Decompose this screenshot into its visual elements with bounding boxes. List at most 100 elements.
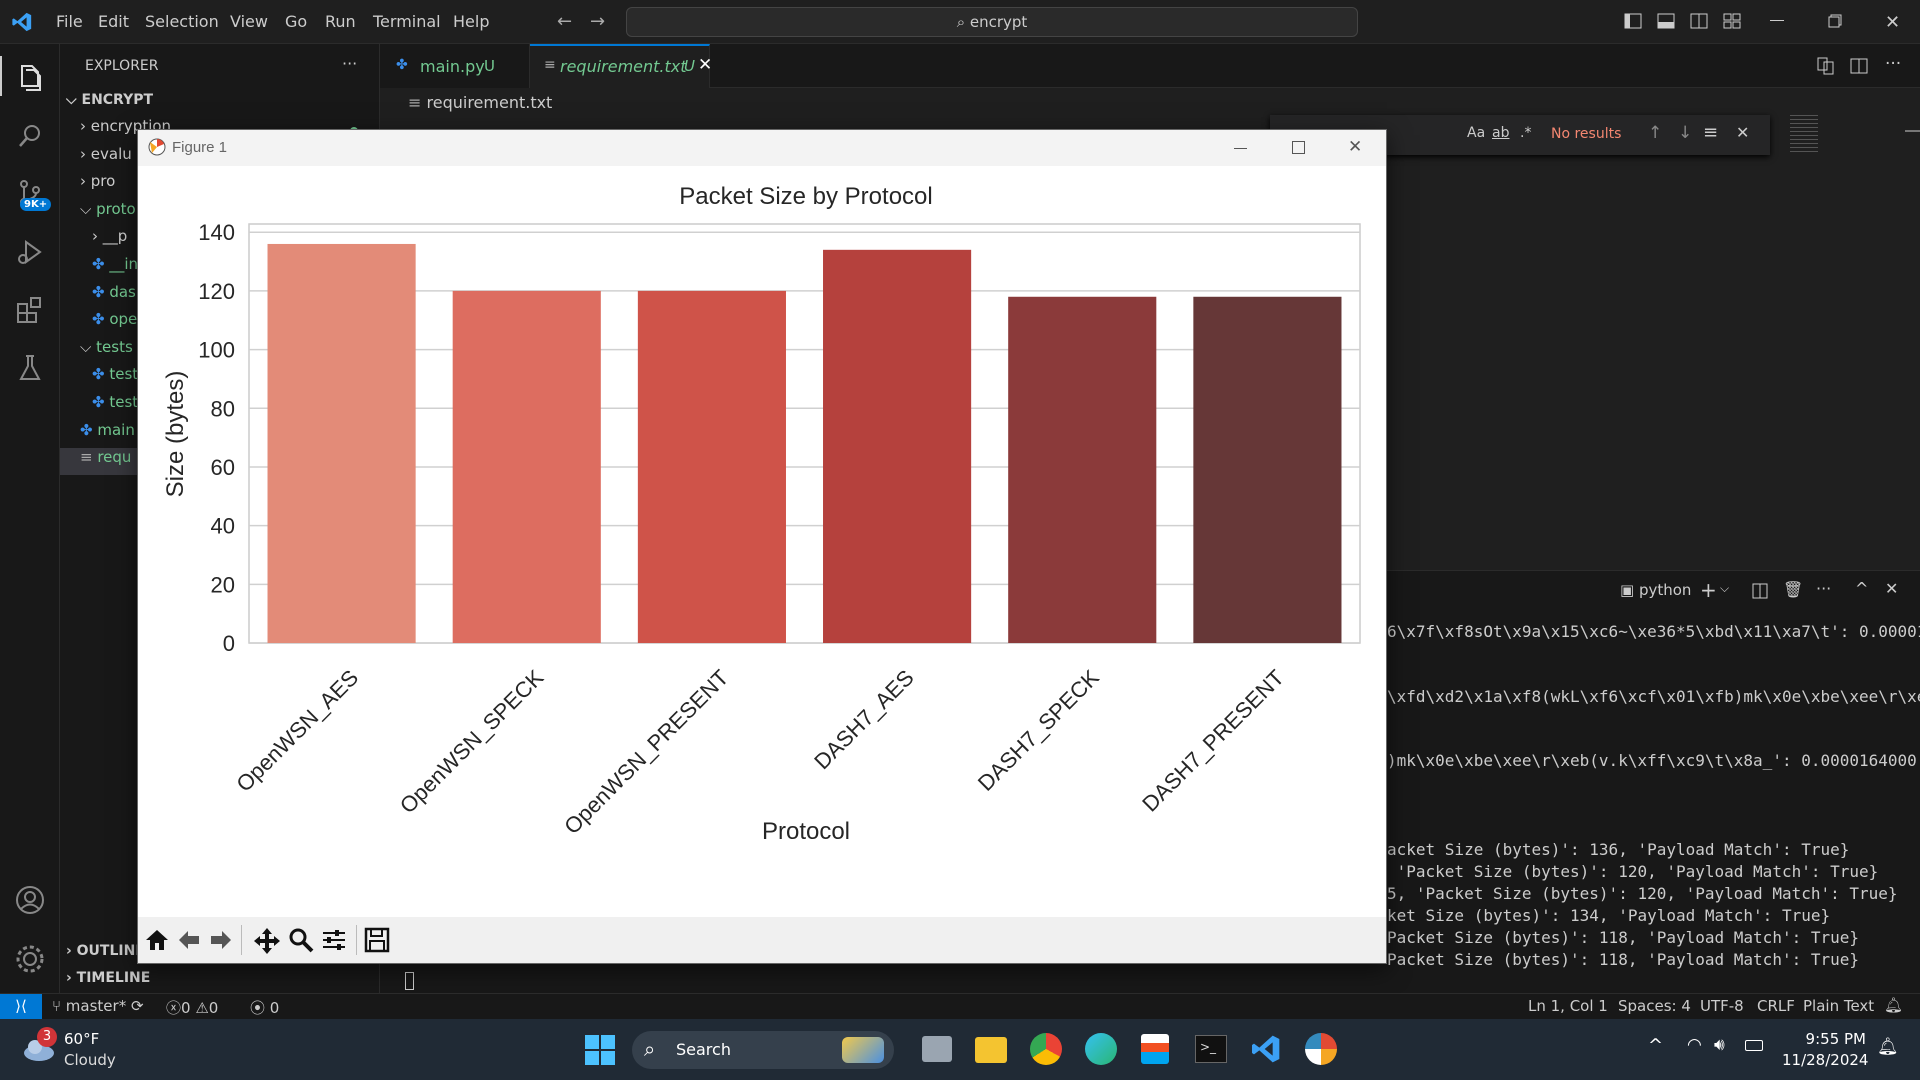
language-mode[interactable]: Plain Text [1803, 997, 1874, 1015]
tree-item[interactable]: ⌵ tests [80, 338, 133, 365]
menu-terminal[interactable]: Terminal [373, 12, 441, 31]
tab-close-icon[interactable]: ✕ [698, 55, 712, 75]
tree-item[interactable]: › evalu [80, 145, 132, 172]
testing-icon[interactable] [10, 348, 50, 388]
remote-indicator-icon[interactable]: ⟩⟨ [0, 994, 42, 1020]
error-icon: ⓧ [166, 999, 182, 1017]
menu-edit[interactable]: Edit [98, 12, 129, 31]
show-hidden-icons[interactable]: ^ [1648, 1035, 1663, 1056]
bar-dash7_present [1193, 296, 1342, 643]
line-ending[interactable]: CRLF [1757, 997, 1795, 1015]
menu-run[interactable]: Run [325, 12, 356, 31]
search-view-icon[interactable] [10, 116, 50, 156]
terminal-line: ket Size (bytes)': 134, 'Payload Match':… [1387, 906, 1831, 925]
figure-maximize-icon[interactable] [1292, 141, 1305, 154]
tree-item[interactable]: ⌵ proto [80, 200, 136, 227]
forward-icon[interactable]: → [590, 11, 605, 32]
tree-item[interactable]: ✤ das [92, 283, 136, 310]
figure-close-icon[interactable]: ✕ [1348, 137, 1362, 157]
configure-subplots-icon[interactable] [321, 927, 347, 953]
breadcrumb-file: requirement.txt [426, 93, 553, 112]
outline-section[interactable]: › OUTLINE [66, 943, 145, 959]
figure-minimize-icon[interactable] [1234, 148, 1247, 149]
notifications-bell-icon[interactable]: 🔔︎ [1884, 996, 1903, 1014]
y-tick-label: 0 [223, 631, 235, 656]
menu-selection[interactable]: Selection [145, 12, 219, 31]
chevron-right-icon: › [80, 117, 91, 135]
weather-temp: 60°F [64, 1030, 100, 1048]
save-figure-icon[interactable] [364, 927, 390, 953]
file-explorer-icon[interactable] [975, 1037, 1007, 1063]
battery-icon[interactable] [1745, 1040, 1763, 1051]
tree-item[interactable]: ✤ test [92, 393, 138, 420]
ports-icon: ⦿ [250, 999, 266, 1017]
tab-requirement-txt[interactable]: ≡ requirement.txt U ✕ [530, 44, 712, 88]
home-icon[interactable] [144, 927, 170, 953]
terminal-line: 6\x7f\xf8sOt\x9a\x15\xc6~\xe36*5\xbd\x11… [1387, 622, 1920, 641]
terminal-line: 'Packet Size (bytes)': 120, 'Payload Mat… [1387, 862, 1879, 881]
explorer-icon[interactable] [10, 58, 50, 98]
chrome-icon[interactable] [1030, 1033, 1062, 1065]
weather-badge: 3 [37, 1027, 57, 1047]
volume-icon[interactable]: 🔊︎ [1714, 1035, 1725, 1055]
task-view-icon[interactable] [922, 1036, 952, 1062]
y-tick-label: 20 [211, 572, 235, 597]
tree-item[interactable]: › __p [92, 227, 127, 254]
branch-indicator[interactable]: ⑂ master* ⟳ [52, 997, 144, 1015]
branch-name: master* [65, 997, 127, 1015]
explorer-more-button[interactable]: ··· [342, 54, 357, 73]
tree-item[interactable]: ✤ __in [92, 255, 138, 282]
menu-go[interactable]: Go [285, 12, 307, 31]
tree-item[interactable]: ✤ ope [92, 310, 137, 337]
tab-main-py[interactable]: ✤ main.py U [380, 44, 530, 88]
command-center-text: encrypt [969, 13, 1028, 31]
timeline-section[interactable]: › TIMELINE [66, 970, 150, 986]
menu-file[interactable]: File [56, 12, 83, 31]
notifications-icon[interactable]: 🔔︎ [1877, 1037, 1899, 1057]
terminal-output[interactable]: 6\x7f\xf8sOt\x9a\x15\xc6~\xe36*5\xbd\x11… [1387, 0, 1920, 993]
start-button[interactable] [585, 1035, 615, 1065]
problems-indicator[interactable]: ⓧ0 ⚠0 [166, 997, 218, 1018]
warning-count: 0 [208, 999, 219, 1017]
error-count: 0 [181, 999, 191, 1017]
tree-item[interactable]: › pro [80, 172, 115, 199]
tab-label: main.py [420, 57, 485, 76]
pan-icon[interactable] [253, 927, 281, 955]
tree-item-label: requ [97, 448, 132, 467]
clock-time[interactable]: 9:55 PM [1782, 1030, 1866, 1048]
zoom-icon[interactable] [288, 927, 314, 953]
back-icon[interactable]: ← [557, 11, 572, 32]
search-highlight-icon [842, 1037, 884, 1063]
edge-icon[interactable] [1085, 1033, 1117, 1065]
taskbar-search-box[interactable]: ⌕ Search [632, 1031, 894, 1069]
menu-view[interactable]: View [230, 12, 268, 31]
back-arrow-icon[interactable] [176, 927, 202, 953]
python-figure-taskbar-icon[interactable] [1305, 1033, 1337, 1065]
run-debug-icon[interactable] [10, 232, 50, 272]
accounts-icon[interactable] [10, 880, 50, 920]
microsoft-store-icon[interactable] [1141, 1034, 1169, 1064]
terminal-line: Packet Size (bytes)': 118, 'Payload Matc… [1387, 950, 1860, 969]
cursor-position[interactable]: Ln 1, Col 1 [1528, 997, 1608, 1015]
command-center-search[interactable]: ⌕ encrypt [626, 7, 1358, 37]
encoding[interactable]: UTF-8 [1700, 997, 1744, 1015]
manage-gear-icon[interactable] [10, 939, 50, 979]
bar-chart: Packet Size by Protocol 0 20 40 60 80 100 120 1… [138, 166, 1386, 846]
tree-item[interactable]: ✤ main [80, 421, 135, 448]
search-icon: ⌕ [644, 1037, 656, 1061]
breadcrumb[interactable]: ≡ requirement.txt [408, 93, 552, 112]
menu-help[interactable]: Help [453, 12, 489, 31]
workspace-root[interactable]: ⌵ ENCRYPT [66, 92, 153, 108]
vscode-taskbar-icon[interactable] [1250, 1033, 1282, 1065]
tree-item[interactable]: ✤ test [92, 365, 138, 392]
wifi-icon[interactable]: ◠ [1687, 1035, 1702, 1055]
bar-dash7_aes [823, 249, 972, 643]
forward-arrow-icon[interactable] [208, 927, 234, 953]
terminal-app-icon[interactable]: >_ [1195, 1035, 1227, 1063]
ports-indicator[interactable]: ⦿ 0 [250, 997, 279, 1018]
indentation[interactable]: Spaces: 4 [1618, 997, 1691, 1015]
text-file-icon: ≡ [544, 57, 556, 73]
terminal-line: )mk\x0e\xbe\xee\r\xeb(v.k\xff\xc9\t\x8a_… [1387, 751, 1920, 770]
extensions-icon[interactable] [10, 290, 50, 330]
clock-date[interactable]: 11/28/2024 [1782, 1051, 1868, 1069]
